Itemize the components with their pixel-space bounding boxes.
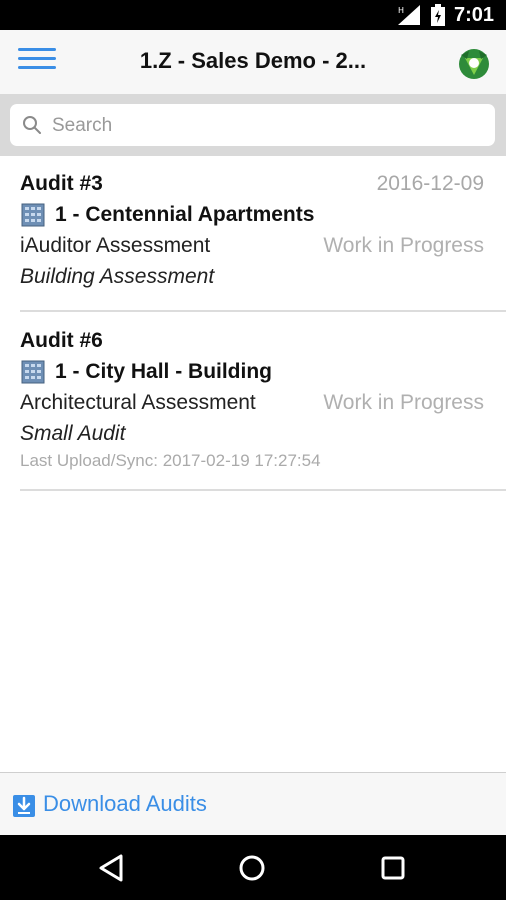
app-logo-icon[interactable] <box>457 47 491 81</box>
home-icon[interactable] <box>237 853 267 883</box>
download-audits-button[interactable]: Download Audits <box>0 772 506 836</box>
audit-status: Work in Progress <box>323 391 484 414</box>
system-nav-bar <box>0 835 506 900</box>
audit-assessment-type: Architectural Assessment <box>20 391 256 414</box>
download-audits-label: Download Audits <box>43 791 207 816</box>
audit-site-name: 1 - Centennial Apartments <box>55 203 315 226</box>
audit-description: Small Audit <box>20 422 126 445</box>
search-box[interactable] <box>10 104 495 146</box>
status-bar: H 7:01 <box>0 0 506 30</box>
app-bar: 1.Z - Sales Demo - 2... <box>0 30 506 94</box>
back-icon[interactable] <box>97 853 127 883</box>
battery-icon <box>431 4 445 26</box>
audit-status: Work in Progress <box>323 234 484 257</box>
audit-list-item[interactable]: Audit #3 2016-12-09 1 - Centennial Apart… <box>20 168 506 292</box>
audit-date: 2016-12-09 <box>376 172 484 195</box>
recents-icon[interactable] <box>378 853 408 883</box>
audit-assessment-type: iAuditor Assessment <box>20 234 211 257</box>
status-time: 7:01 <box>453 4 494 26</box>
list-divider <box>20 489 506 491</box>
building-icon <box>21 360 45 384</box>
audit-description: Building Assessment <box>20 265 215 288</box>
download-icon <box>13 795 35 817</box>
search-input[interactable] <box>50 110 484 142</box>
audit-title: Audit #3 <box>20 172 103 195</box>
search-bar <box>0 94 506 156</box>
audit-site-name: 1 - City Hall - Building <box>55 360 273 383</box>
building-icon <box>21 203 45 227</box>
page-title: 1.Z - Sales Demo - 2... <box>139 48 367 73</box>
list-divider <box>20 310 506 312</box>
hamburger-menu-icon[interactable] <box>18 48 56 76</box>
audit-title: Audit #6 <box>20 329 103 352</box>
audit-list-item[interactable]: Audit #6 1 - City Hall - Building Archit… <box>20 325 506 477</box>
signal-icon: H <box>398 5 420 25</box>
search-icon <box>23 116 41 134</box>
svg-text:H: H <box>398 6 404 15</box>
audit-sync-timestamp: Last Upload/Sync: 2017-02-19 17:27:54 <box>20 451 321 470</box>
